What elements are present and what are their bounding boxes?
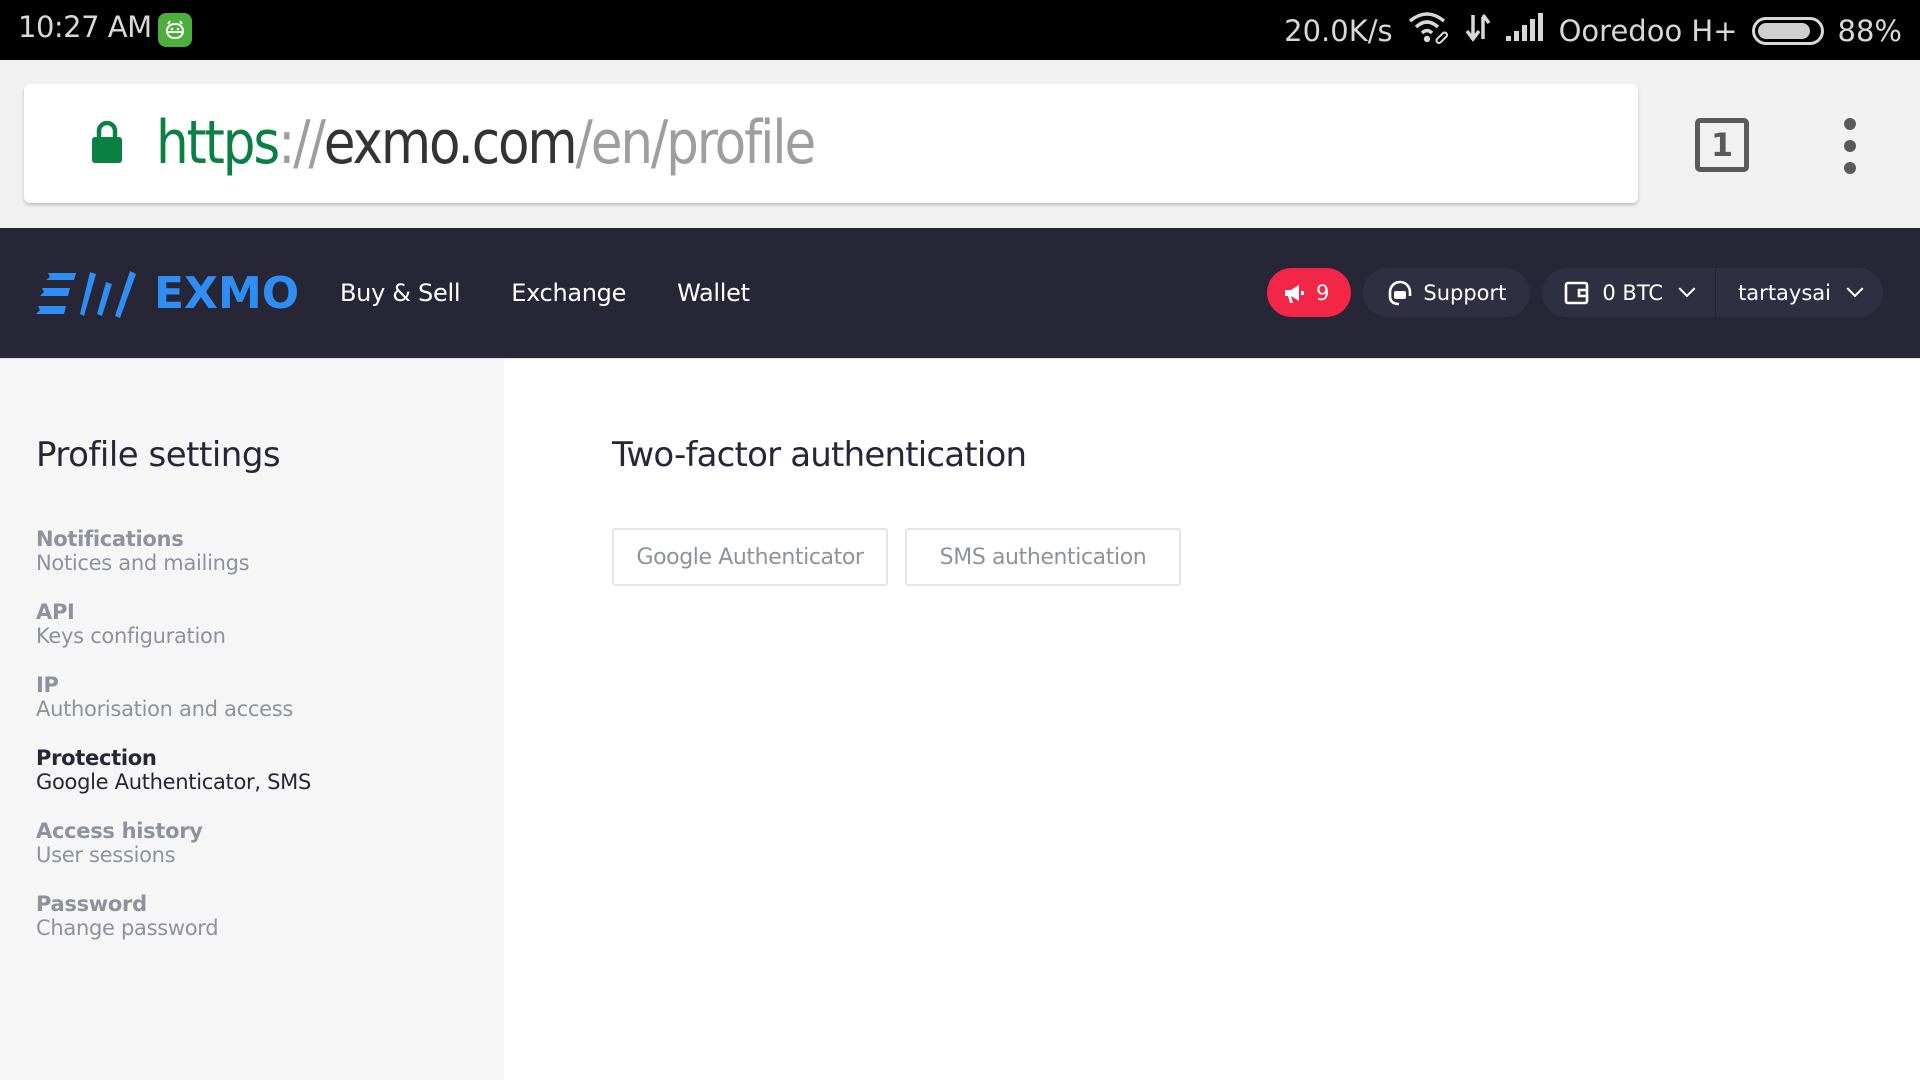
profile-menu: Notifications Notices and mailings API K… xyxy=(36,527,311,965)
android-app-icon xyxy=(158,13,192,47)
support-label: Support xyxy=(1423,280,1507,305)
sidebar-item-notifications[interactable]: Notifications Notices and mailings xyxy=(36,527,311,600)
main-nav: Buy & Sell Exchange Wallet xyxy=(340,228,750,358)
url-text[interactable]: https://exmo.com/en/profile xyxy=(156,108,816,178)
sidebar-item-protection[interactable]: Protection Google Authenticator, SMS xyxy=(36,746,311,819)
menu-item-subtitle: Keys configuration xyxy=(36,624,226,648)
menu-item-title: Access history xyxy=(36,819,203,843)
sidebar-item-access-history[interactable]: Access history User sessions xyxy=(36,819,311,892)
browser-menu-icon[interactable] xyxy=(1838,118,1862,174)
url-host: exmo.com xyxy=(323,108,578,178)
exmo-logo[interactable]: EXMO xyxy=(36,268,299,319)
nav-exchange[interactable]: Exchange xyxy=(511,279,626,307)
support-button[interactable]: Support xyxy=(1363,268,1531,317)
address-bar[interactable]: https://exmo.com/en/profile xyxy=(24,84,1638,203)
status-time: 10:27 AM xyxy=(18,10,152,44)
headset-icon xyxy=(1389,280,1412,305)
account-controls: 0 BTC tartaysai xyxy=(1542,268,1883,317)
menu-item-subtitle: Authorisation and access xyxy=(36,697,293,721)
profile-sidebar: Profile settings Notifications Notices a… xyxy=(0,358,504,1080)
wifi-icon xyxy=(1407,10,1451,51)
menu-item-title: IP xyxy=(36,673,59,697)
wallet-icon xyxy=(1565,281,1589,304)
url-path: /en/profile xyxy=(575,108,816,178)
page-title: Two-factor authentication xyxy=(612,435,1027,475)
logo-text: EXMO xyxy=(154,268,300,319)
google-authenticator-button[interactable]: Google Authenticator xyxy=(612,528,888,586)
site-header: EXMO Buy & Sell Exchange Wallet 9 Suppor… xyxy=(0,228,1920,358)
sidebar-item-ip[interactable]: IP Authorisation and access xyxy=(36,673,311,746)
url-scheme: https xyxy=(156,108,280,178)
sms-authentication-button[interactable]: SMS authentication xyxy=(905,528,1181,586)
username: tartaysai xyxy=(1738,280,1831,305)
status-bar: 10:27 AM 20.0K/s Ooredoo H+ 88% xyxy=(0,0,1920,60)
auth-method-buttons: Google Authenticator SMS authentication xyxy=(612,528,1181,586)
user-dropdown[interactable]: tartaysai xyxy=(1715,268,1883,317)
menu-item-subtitle: Notices and mailings xyxy=(36,551,250,575)
data-transfer-icon xyxy=(1465,11,1491,50)
lock-icon[interactable] xyxy=(90,120,124,164)
notifications-count: 9 xyxy=(1315,280,1330,305)
carrier-label: Ooredoo H+ xyxy=(1558,13,1738,48)
main-content: Two-factor authentication Google Authent… xyxy=(504,358,1920,1080)
tab-switcher-button[interactable]: 1 xyxy=(1695,118,1749,172)
menu-item-subtitle: Google Authenticator, SMS xyxy=(36,770,312,794)
megaphone-icon xyxy=(1284,284,1304,303)
menu-item-title: Protection xyxy=(36,746,157,770)
net-speed: 20.0K/s xyxy=(1284,13,1393,48)
sidebar-item-api[interactable]: API Keys configuration xyxy=(36,600,311,673)
chevron-down-icon xyxy=(1678,279,1696,297)
nav-wallet[interactable]: Wallet xyxy=(677,279,750,307)
url-separator: :// xyxy=(278,108,326,178)
signal-icon xyxy=(1505,12,1545,49)
menu-item-title: API xyxy=(36,600,75,624)
battery-icon xyxy=(1751,16,1824,45)
battery-percent: 88% xyxy=(1837,13,1902,48)
menu-item-title: Notifications xyxy=(36,527,184,551)
browser-toolbar: https://exmo.com/en/profile 1 xyxy=(0,60,1920,228)
sidebar-title: Profile settings xyxy=(36,435,281,475)
exmo-logo-icon xyxy=(36,270,136,318)
menu-item-subtitle: Change password xyxy=(36,916,219,940)
menu-item-subtitle: User sessions xyxy=(36,843,176,867)
menu-item-title: Password xyxy=(36,892,147,916)
sidebar-item-password[interactable]: Password Change password xyxy=(36,892,311,965)
balance-dropdown[interactable]: 0 BTC xyxy=(1542,268,1715,317)
balance-label: 0 BTC xyxy=(1602,280,1664,305)
nav-buy-sell[interactable]: Buy & Sell xyxy=(340,279,461,307)
chevron-down-icon xyxy=(1846,279,1864,297)
notifications-button[interactable]: 9 xyxy=(1266,268,1352,317)
